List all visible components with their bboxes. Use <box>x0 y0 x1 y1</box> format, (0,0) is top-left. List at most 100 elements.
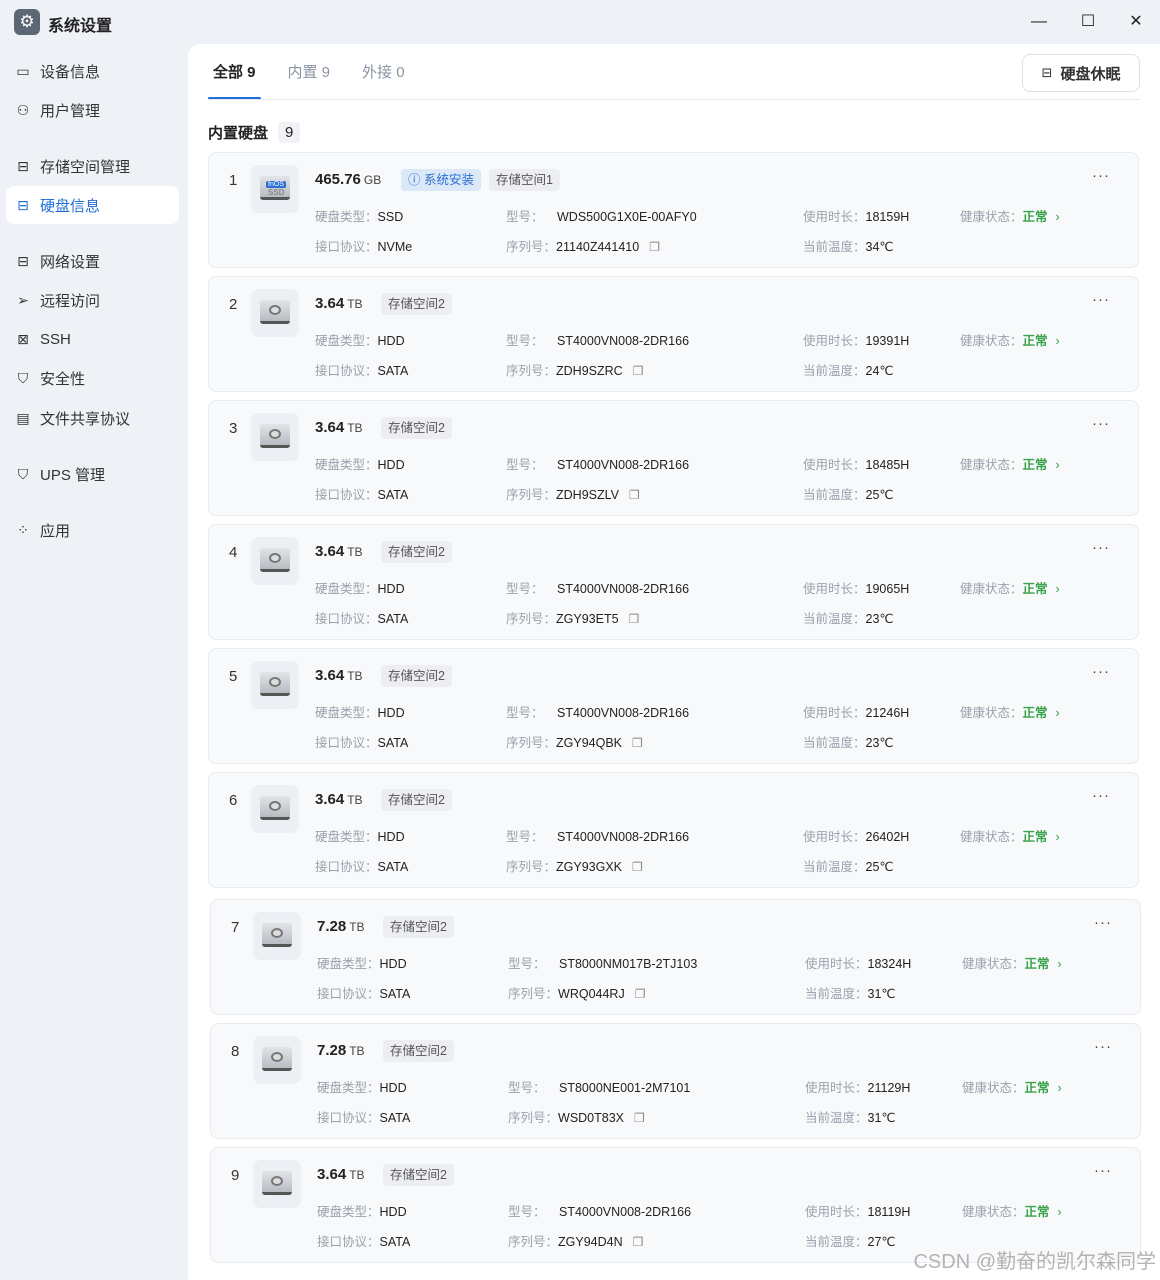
copy-icon[interactable]: ❐ <box>629 488 640 502</box>
disk-card[interactable]: 7 7.28 TB 存储空间2 ··· 硬盘类型：HDD 接口协议：SATA 型号… <box>210 899 1141 1015</box>
disk-sleep-button[interactable]: ⊟ 硬盘休眠 <box>1022 54 1140 92</box>
disk-card[interactable]: 3 3.64 TB 存储空间2 ··· 硬盘类型：HDD 接口协议：SATA 型号… <box>208 400 1139 516</box>
health-status-link[interactable]: 健康状态：正常 › <box>962 1077 1062 1096</box>
badges: 存储空间2 <box>383 916 462 938</box>
copy-icon[interactable]: ❐ <box>632 860 643 874</box>
disk-type: 硬盘类型：HDD <box>317 1205 407 1219</box>
network-icon: ⊟ <box>17 252 29 269</box>
sidebar-item-6[interactable]: ⊠ SSH <box>6 320 179 358</box>
more-options-button[interactable]: ··· <box>1092 663 1110 680</box>
badges: 存储空间2 <box>381 417 460 439</box>
disk-card[interactable]: 8 7.28 TB 存储空间2 ··· 硬盘类型：HDD 接口协议：SATA 型号… <box>210 1023 1141 1139</box>
disk-index: 1 <box>229 172 238 189</box>
system-install-badge: ⓘ 系统安装 <box>401 169 481 191</box>
health-status-link[interactable]: 健康状态：正常 › <box>960 206 1060 225</box>
disk-type: 硬盘类型：HDD <box>315 458 405 472</box>
section-count: 9 <box>278 122 301 143</box>
health-status-link[interactable]: 健康状态：正常 › <box>962 953 1062 972</box>
maximize-button[interactable]: ☐ <box>1076 10 1100 34</box>
sidebar-item-label: 应用 <box>40 522 71 540</box>
disk-protocol: 接口协议：SATA <box>315 736 409 750</box>
copy-icon[interactable]: ❐ <box>632 736 643 750</box>
disk-protocol: 接口协议：SATA <box>315 364 409 378</box>
more-options-button[interactable]: ··· <box>1092 539 1110 556</box>
sidebar-item-7[interactable]: ⛉ 安全性 <box>6 359 179 397</box>
hdd-icon <box>251 413 299 461</box>
shield-icon: ⛉ <box>17 369 29 386</box>
disk-card[interactable]: 2 3.64 TB 存储空间2 ··· 硬盘类型：HDD 接口协议：SATA 型号… <box>208 276 1139 392</box>
disk-card[interactable]: 5 3.64 TB 存储空间2 ··· 硬盘类型：HDD 接口协议：SATA 型号… <box>208 648 1139 764</box>
disk-protocol: 接口协议：SATA <box>315 860 409 874</box>
health-status-link[interactable]: 健康状态：正常 › <box>960 702 1060 721</box>
copy-icon[interactable]: ❐ <box>629 612 640 626</box>
badges: 存储空间2 <box>381 665 460 687</box>
health-status-link[interactable]: 健康状态：正常 › <box>960 826 1060 845</box>
sidebar-item-2[interactable]: ⊟ 存储空间管理 <box>6 147 179 185</box>
disk-card[interactable]: 1 fnOS SSD 465.76 GB ⓘ 系统安装 存储空间1 ··· 硬盘类型：… <box>208 152 1139 268</box>
ups-shield-icon: ⛉ <box>17 465 29 482</box>
storage-pool-badge: 存储空间2 <box>383 916 454 938</box>
health-status-link[interactable]: 健康状态：正常 › <box>960 578 1060 597</box>
copy-icon[interactable]: ❐ <box>633 364 644 378</box>
sidebar-item-5[interactable]: ➢ 远程访问 <box>6 281 179 319</box>
disk-temperature: 当前温度：25℃ <box>803 488 894 502</box>
copy-icon[interactable]: ❐ <box>634 1111 645 1125</box>
tab-1[interactable]: 内置 9 <box>283 44 336 100</box>
sidebar-item-1[interactable]: ⚇ 用户管理 <box>6 91 179 129</box>
hdd-icon <box>253 1160 301 1208</box>
sidebar-item-0[interactable]: ▭ 设备信息 <box>6 52 179 90</box>
hdd-icon <box>253 912 301 960</box>
tab-0[interactable]: 全部 9 <box>208 44 261 100</box>
disk-model: 型号： WDS500G1X0E-00AFY0 <box>506 210 697 224</box>
disk-serial: 序列号：ZGY93ET5 ❐ <box>506 612 640 626</box>
disk-protocol: 接口协议：SATA <box>315 612 409 626</box>
hdd-icon <box>253 1036 301 1084</box>
close-button[interactable]: ✕ <box>1124 10 1148 34</box>
sidebar-item-label: 存储空间管理 <box>40 158 131 176</box>
more-options-button[interactable]: ··· <box>1094 1162 1112 1179</box>
more-options-button[interactable]: ··· <box>1092 787 1110 804</box>
chevron-right-icon: › <box>1057 1081 1062 1095</box>
disk-size: 3.64 TB <box>315 791 363 808</box>
sidebar-item-label: 用户管理 <box>40 102 101 120</box>
more-options-button[interactable]: ··· <box>1092 291 1110 308</box>
copy-icon[interactable]: ❐ <box>635 987 646 1001</box>
disk-hours: 使用时长：18119H <box>805 1205 911 1219</box>
disk-protocol: 接口协议：NVMe <box>315 240 413 254</box>
sidebar-item-9[interactable]: ⛉ UPS 管理 <box>6 455 179 493</box>
disk-index: 6 <box>229 792 238 809</box>
disk-card[interactable]: 4 3.64 TB 存储空间2 ··· 硬盘类型：HDD 接口协议：SATA 型号… <box>208 524 1139 640</box>
sidebar-item-10[interactable]: ⁘ 应用 <box>6 511 179 549</box>
disk-icon: ⊟ <box>1041 65 1053 80</box>
health-status-link[interactable]: 健康状态：正常 › <box>962 1201 1062 1220</box>
badges: 存储空间2 <box>381 789 460 811</box>
copy-icon[interactable]: ❐ <box>649 240 660 254</box>
disk-type: 硬盘类型：SSD <box>315 210 404 224</box>
section-title: 内置硬盘 <box>208 125 269 142</box>
disk-card[interactable]: 6 3.64 TB 存储空间2 ··· 硬盘类型：HDD 接口协议：SATA 型号… <box>208 772 1139 888</box>
more-options-button[interactable]: ··· <box>1092 415 1110 432</box>
sidebar-item-3[interactable]: ⊟ 硬盘信息 <box>6 186 179 224</box>
gear-icon: ⚙ <box>14 9 40 35</box>
badges: 存储空间2 <box>383 1040 462 1062</box>
more-options-button[interactable]: ··· <box>1094 1038 1112 1055</box>
sidebar-item-8[interactable]: ▤ 文件共享协议 <box>6 399 179 437</box>
hdd-icon <box>251 661 299 709</box>
apps-icon: ⁘ <box>17 521 29 538</box>
minimize-button[interactable]: — <box>1027 10 1051 34</box>
tab-2[interactable]: 外接 0 <box>357 44 410 100</box>
more-options-button[interactable]: ··· <box>1094 914 1112 931</box>
disk-temperature: 当前温度：31℃ <box>805 987 896 1001</box>
more-options-button[interactable]: ··· <box>1092 167 1110 184</box>
sidebar-item-4[interactable]: ⊟ 网络设置 <box>6 242 179 280</box>
health-status-link[interactable]: 健康状态：正常 › <box>960 330 1060 349</box>
disk-protocol: 接口协议：SATA <box>315 488 409 502</box>
sidebar-item-label: SSH <box>40 330 71 348</box>
disk-temperature: 当前温度：25℃ <box>803 860 894 874</box>
disk-size: 3.64 TB <box>315 667 363 684</box>
copy-icon[interactable]: ❐ <box>633 1235 644 1249</box>
ssd-icon: fnOS SSD <box>251 165 299 213</box>
storage-pool-badge: 存储空间2 <box>383 1164 454 1186</box>
health-status-link[interactable]: 健康状态：正常 › <box>960 454 1060 473</box>
disk-model: 型号： ST4000VN008-2DR166 <box>506 830 690 844</box>
